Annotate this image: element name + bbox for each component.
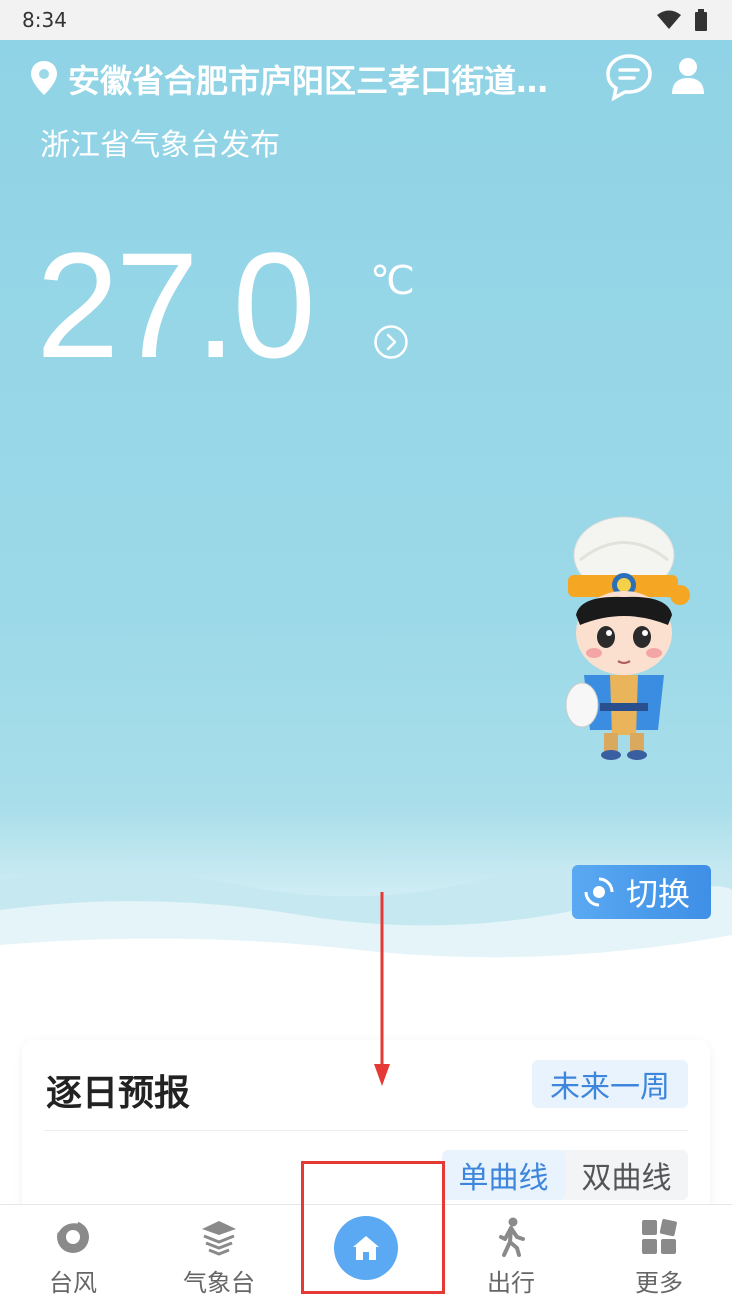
nav-item-observatory[interactable]: 气象台	[146, 1205, 292, 1304]
nav-label-more: 更多	[635, 1269, 683, 1297]
user-icon[interactable]	[670, 56, 706, 96]
location-text[interactable]: 安徽省合肥市庐阳区三孝口街道…	[68, 56, 588, 102]
location-pin-icon[interactable]	[30, 60, 58, 96]
grid-icon	[642, 1219, 677, 1254]
nav-label-observatory: 气象台	[183, 1269, 255, 1297]
temperature-unit: ℃	[370, 259, 415, 303]
wave-decoration	[0, 862, 732, 1000]
divider	[44, 1130, 688, 1131]
battery-icon	[695, 9, 707, 31]
double-curve-toggle[interactable]: 双曲线	[565, 1150, 688, 1200]
typhoon-icon	[55, 1220, 89, 1253]
switch-button[interactable]: 切换	[572, 865, 711, 919]
annotation-highlight-box	[301, 1161, 445, 1294]
annotation-arrow	[374, 892, 390, 1086]
mascot-character[interactable]	[540, 515, 700, 765]
switch-label: 切换	[626, 875, 691, 913]
weather-hero: 安徽省合肥市庐阳区三孝口街道… 浙江省气象台发布 27.0 ℃	[0, 40, 732, 1000]
status-bar: 8:34	[0, 0, 732, 40]
forecast-title: 逐日预报	[46, 1073, 191, 1114]
status-icons	[656, 9, 708, 31]
observatory-icon	[202, 1221, 236, 1256]
publisher-text: 浙江省气象台发布	[40, 128, 280, 163]
walk-icon	[499, 1217, 525, 1257]
temperature-value: 27.0	[36, 221, 316, 389]
nav-item-more[interactable]: 更多	[586, 1205, 732, 1304]
chevron-right-circle-icon[interactable]	[373, 324, 409, 360]
chat-icon[interactable]	[604, 52, 654, 102]
nav-label-typhoon: 台风	[49, 1269, 97, 1297]
top-bar: 安徽省合肥市庐阳区三孝口街道…	[0, 52, 732, 102]
week-tab[interactable]: 未来一周	[532, 1060, 688, 1108]
single-curve-toggle[interactable]: 单曲线	[442, 1150, 565, 1200]
status-time: 8:34	[22, 8, 67, 32]
switch-icon	[584, 877, 614, 907]
nav-label-travel: 出行	[487, 1269, 535, 1297]
nav-item-travel[interactable]: 出行	[438, 1205, 584, 1304]
wifi-icon	[657, 10, 681, 29]
nav-item-typhoon[interactable]: 台风	[0, 1205, 146, 1304]
curve-toggle-group: 单曲线 双曲线	[442, 1150, 688, 1200]
